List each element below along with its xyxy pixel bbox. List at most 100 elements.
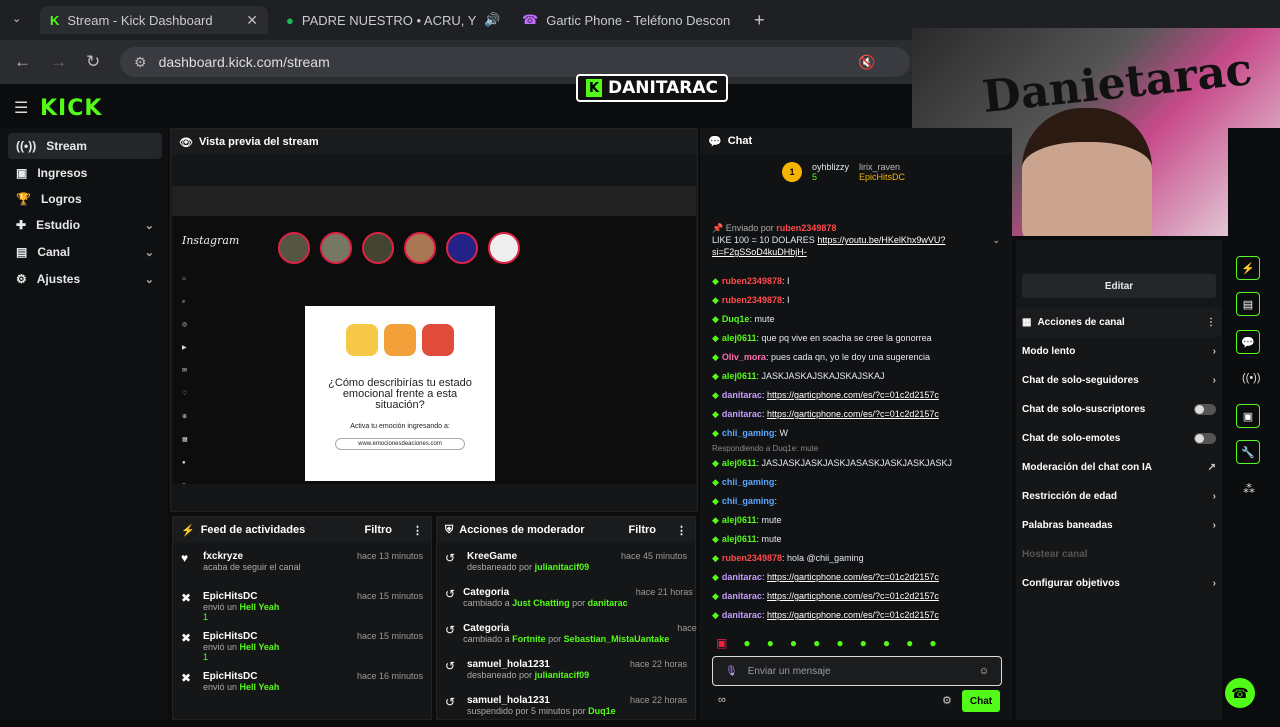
chat-username[interactable]: ruben2349878 bbox=[722, 276, 782, 286]
emote-icon[interactable]: ● bbox=[860, 636, 867, 650]
chat-username[interactable]: Duq1e bbox=[722, 314, 750, 324]
rail-note-button[interactable]: ▤ bbox=[1236, 292, 1260, 316]
emote-icon[interactable]: ● bbox=[836, 636, 843, 650]
emote-icon[interactable]: ● bbox=[929, 636, 936, 650]
more-icon[interactable]: ⋮ bbox=[676, 524, 687, 537]
chat-username[interactable]: ruben2349878 bbox=[722, 553, 782, 563]
chat-message[interactable]: ◆ alej0611: mute bbox=[700, 511, 1012, 530]
emote-icon[interactable]: ● bbox=[743, 636, 750, 650]
filter-button[interactable]: Filtro bbox=[629, 524, 657, 536]
chat-message[interactable]: ◆ Oliv_mora: pues cada qn, yo le doy una … bbox=[700, 348, 1012, 367]
tab-gartic[interactable]: ☎ Gartic Phone - Teléfono Descon ✕ bbox=[512, 6, 740, 34]
chat-username[interactable]: chii_gaming bbox=[722, 496, 775, 506]
rail-broadcast-icon[interactable]: ((•)) bbox=[1242, 372, 1261, 384]
edit-button[interactable]: Editar bbox=[1022, 274, 1216, 298]
rail-layout-button[interactable]: ▣ bbox=[1236, 404, 1260, 428]
reload-icon[interactable]: ↻ bbox=[86, 52, 100, 72]
toggle-switch[interactable] bbox=[1194, 404, 1216, 415]
channel-action-row[interactable]: Palabras baneadas › bbox=[1016, 511, 1222, 540]
site-settings-icon[interactable]: ⚙ bbox=[134, 54, 147, 71]
chat-message[interactable]: ◆ ruben2349878: I bbox=[700, 272, 1012, 291]
chat-message[interactable]: ◆ chii_gaming: bbox=[700, 492, 1012, 511]
support-button[interactable]: ☎ bbox=[1225, 678, 1255, 708]
send-chat-button[interactable]: Chat bbox=[962, 690, 1000, 712]
chat-link[interactable]: https://garticphone.com/es/?c=01c2d2157c bbox=[767, 610, 939, 620]
forward-icon[interactable]: → bbox=[50, 52, 67, 72]
mod-target[interactable]: samuel_hola1231 bbox=[467, 695, 616, 706]
feed-user[interactable]: EpicHitsDC bbox=[203, 591, 279, 602]
emote-icon[interactable]: ● bbox=[790, 636, 797, 650]
chat-username[interactable]: chii_gaming bbox=[722, 477, 775, 487]
channel-action-row[interactable]: Restricción de edad › bbox=[1016, 482, 1222, 511]
chat-username[interactable]: alej0611 bbox=[722, 333, 757, 343]
mute-site-icon[interactable]: 🔇 bbox=[858, 54, 875, 71]
rail-bolt-button[interactable]: ⚡ bbox=[1236, 256, 1260, 280]
emote-icon[interactable]: ● bbox=[906, 636, 913, 650]
sidebar-item-canal[interactable]: ▤ Canal ⌄ bbox=[8, 239, 162, 265]
emote-icon[interactable]: ● bbox=[883, 636, 890, 650]
close-icon[interactable]: ✕ bbox=[738, 12, 740, 29]
emote-icon[interactable]: ● bbox=[813, 636, 820, 650]
chat-username[interactable]: danitarac bbox=[722, 572, 762, 582]
chat-username[interactable]: alej0611 bbox=[722, 515, 757, 525]
sidebar-item-ajustes[interactable]: ⚙ Ajustes ⌄ bbox=[8, 266, 162, 292]
mod-target[interactable]: KreeGame bbox=[467, 551, 589, 562]
channel-action-row[interactable]: Modo lento › bbox=[1016, 337, 1222, 366]
chat-username[interactable]: danitarac bbox=[722, 610, 762, 620]
feed-user[interactable]: EpicHitsDC bbox=[203, 671, 279, 682]
chat-message[interactable]: ◆ alej0611: que pq vive en soacha se cree… bbox=[700, 329, 1012, 348]
channel-action-row[interactable]: Chat de solo-seguidores › bbox=[1016, 366, 1222, 395]
menu-icon[interactable]: ☰ bbox=[14, 98, 28, 118]
tab-kick-dashboard[interactable]: K Stream - Kick Dashboard ✕ bbox=[40, 6, 268, 34]
filter-button[interactable]: Filtro bbox=[365, 524, 393, 536]
chat-username[interactable]: ruben2349878 bbox=[722, 295, 782, 305]
new-tab-button[interactable]: + bbox=[754, 10, 765, 31]
chat-link[interactable]: https://garticphone.com/es/?c=01c2d2157c bbox=[767, 591, 939, 601]
mod-target[interactable]: Categoria bbox=[463, 623, 669, 634]
chevron-down-icon[interactable]: ⌄ bbox=[992, 234, 1000, 246]
kick-logo[interactable]: KICK bbox=[40, 96, 102, 121]
url-field[interactable]: ⚙ dashboard.kick.com/stream bbox=[120, 47, 910, 77]
sidebar-item-estudio[interactable]: ✚ Estudio ⌄ bbox=[8, 212, 162, 238]
close-icon[interactable]: ✕ bbox=[246, 12, 258, 29]
channel-action-row[interactable]: Configurar objetivos › bbox=[1016, 569, 1222, 598]
chat-message[interactable]: ◆ danitarac: https://garticphone.com/es/?… bbox=[700, 568, 1012, 587]
chat-message[interactable]: ◆ alej0611: JASJASKJASKJASKJASASKJASKJASK… bbox=[700, 454, 1012, 473]
chat-message-input[interactable]: 🎙 Enviar un mensaje ☺ bbox=[712, 656, 1002, 686]
feed-user[interactable]: EpicHitsDC bbox=[203, 631, 279, 642]
chat-message[interactable]: ◆ danitarac: https://garticphone.com/es/?… bbox=[700, 606, 1012, 622]
stream-preview-video[interactable]: Instagram ⌂⌕◎▶✉♡⊕▦●≡ ¿Cómo describirías … bbox=[172, 186, 696, 484]
back-icon[interactable]: ← bbox=[14, 52, 31, 72]
toggle-switch[interactable] bbox=[1194, 433, 1216, 444]
chat-link[interactable]: https://garticphone.com/es/?c=01c2d2157c bbox=[767, 572, 939, 582]
mod-target[interactable]: samuel_hola1231 bbox=[467, 659, 589, 670]
chat-link[interactable]: https://garticphone.com/es/?c=01c2d2157c bbox=[767, 409, 939, 419]
rail-nodes-icon[interactable]: ⁂ bbox=[1243, 482, 1255, 496]
feed-user[interactable]: fxckryze bbox=[203, 551, 301, 562]
emote-icon[interactable]: ▣ bbox=[716, 636, 727, 650]
mod-target[interactable]: Categoria bbox=[463, 587, 628, 598]
tab-spotify[interactable]: ● PADRE NUESTRO • ACRU, Y 🔊 ✕ bbox=[276, 6, 502, 34]
pinned-message[interactable]: 📌 Enviado por ruben2349878 LIKE 100 = 10… bbox=[706, 220, 1006, 260]
sidebar-item-stream[interactable]: ((•)) Stream bbox=[8, 133, 162, 159]
chat-username[interactable]: alej0611 bbox=[722, 534, 757, 544]
rail-chat-button[interactable]: 💬 bbox=[1236, 330, 1260, 354]
sidebar-item-ingresos[interactable]: ▣ Ingresos bbox=[8, 160, 162, 186]
chat-message[interactable]: ◆ alej0611: mute bbox=[700, 530, 1012, 549]
chat-message[interactable]: ◆ danitarac: https://garticphone.com/es/?… bbox=[700, 386, 1012, 405]
chat-message[interactable]: ◆ chii_gaming: W bbox=[700, 424, 1012, 443]
channel-action-row[interactable]: Chat de solo-emotes bbox=[1016, 424, 1222, 453]
chat-message[interactable]: ◆ ruben2349878: hola @chii_gaming bbox=[700, 549, 1012, 568]
chat-message[interactable]: ◆ chii_gaming: bbox=[700, 473, 1012, 492]
chat-username[interactable]: danitarac bbox=[722, 390, 762, 400]
chat-message[interactable]: ◆ ruben2349878: I bbox=[700, 291, 1012, 310]
chat-username[interactable]: danitarac bbox=[722, 591, 762, 601]
chat-username[interactable]: alej0611 bbox=[722, 371, 757, 381]
chat-message[interactable]: ◆ danitarac: https://garticphone.com/es/?… bbox=[700, 587, 1012, 606]
channel-action-row[interactable]: Chat de solo-suscriptores bbox=[1016, 395, 1222, 424]
emote-icon[interactable]: ● bbox=[767, 636, 774, 650]
chat-message[interactable]: ◆ danitarac: https://garticphone.com/es/?… bbox=[700, 405, 1012, 424]
rail-wrench-button[interactable]: 🔧 bbox=[1236, 440, 1260, 464]
chat-settings-icon[interactable]: ∞ bbox=[718, 694, 726, 706]
chat-message[interactable]: ◆ Duq1e: mute bbox=[700, 310, 1012, 329]
